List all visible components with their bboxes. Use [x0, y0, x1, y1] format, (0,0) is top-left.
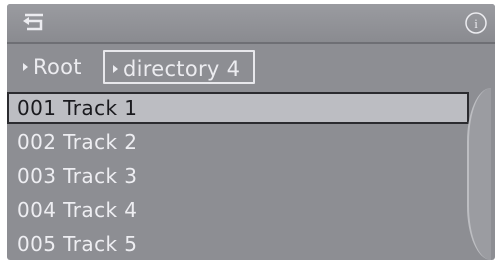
scrollbar[interactable]: [467, 88, 491, 260]
track-item[interactable]: 003 Track 3: [7, 160, 469, 192]
track-item[interactable]: 005 Track 5: [7, 228, 469, 260]
track-label: 005 Track 5: [17, 232, 138, 256]
track-label: 004 Track 4: [17, 198, 138, 222]
info-icon[interactable]: i: [463, 10, 489, 36]
breadcrumb-current[interactable]: directory 4: [103, 50, 255, 84]
back-arrow-icon[interactable]: [21, 11, 47, 33]
scrollbar-track[interactable]: [467, 88, 491, 260]
track-item[interactable]: 001 Track 1: [7, 92, 469, 124]
triangle-right-icon: [113, 65, 118, 73]
track-item[interactable]: 002 Track 2: [7, 126, 469, 158]
breadcrumb-current-label: directory 4: [123, 57, 241, 81]
track-item[interactable]: 004 Track 4: [7, 194, 469, 226]
media-browser-screen: i Root directory 4 001 Track 1 002 Track…: [7, 4, 495, 260]
breadcrumb: Root directory 4: [7, 46, 495, 90]
track-label: 002 Track 2: [17, 130, 138, 154]
track-list: 001 Track 1 002 Track 2 003 Track 3 004 …: [7, 90, 477, 260]
breadcrumb-root[interactable]: Root: [15, 50, 103, 84]
svg-text:i: i: [474, 16, 478, 31]
track-label: 001 Track 1: [17, 96, 138, 120]
triangle-right-icon: [23, 63, 28, 71]
top-bar: i: [7, 4, 495, 44]
track-label: 003 Track 3: [17, 164, 138, 188]
breadcrumb-root-label: Root: [33, 55, 82, 79]
